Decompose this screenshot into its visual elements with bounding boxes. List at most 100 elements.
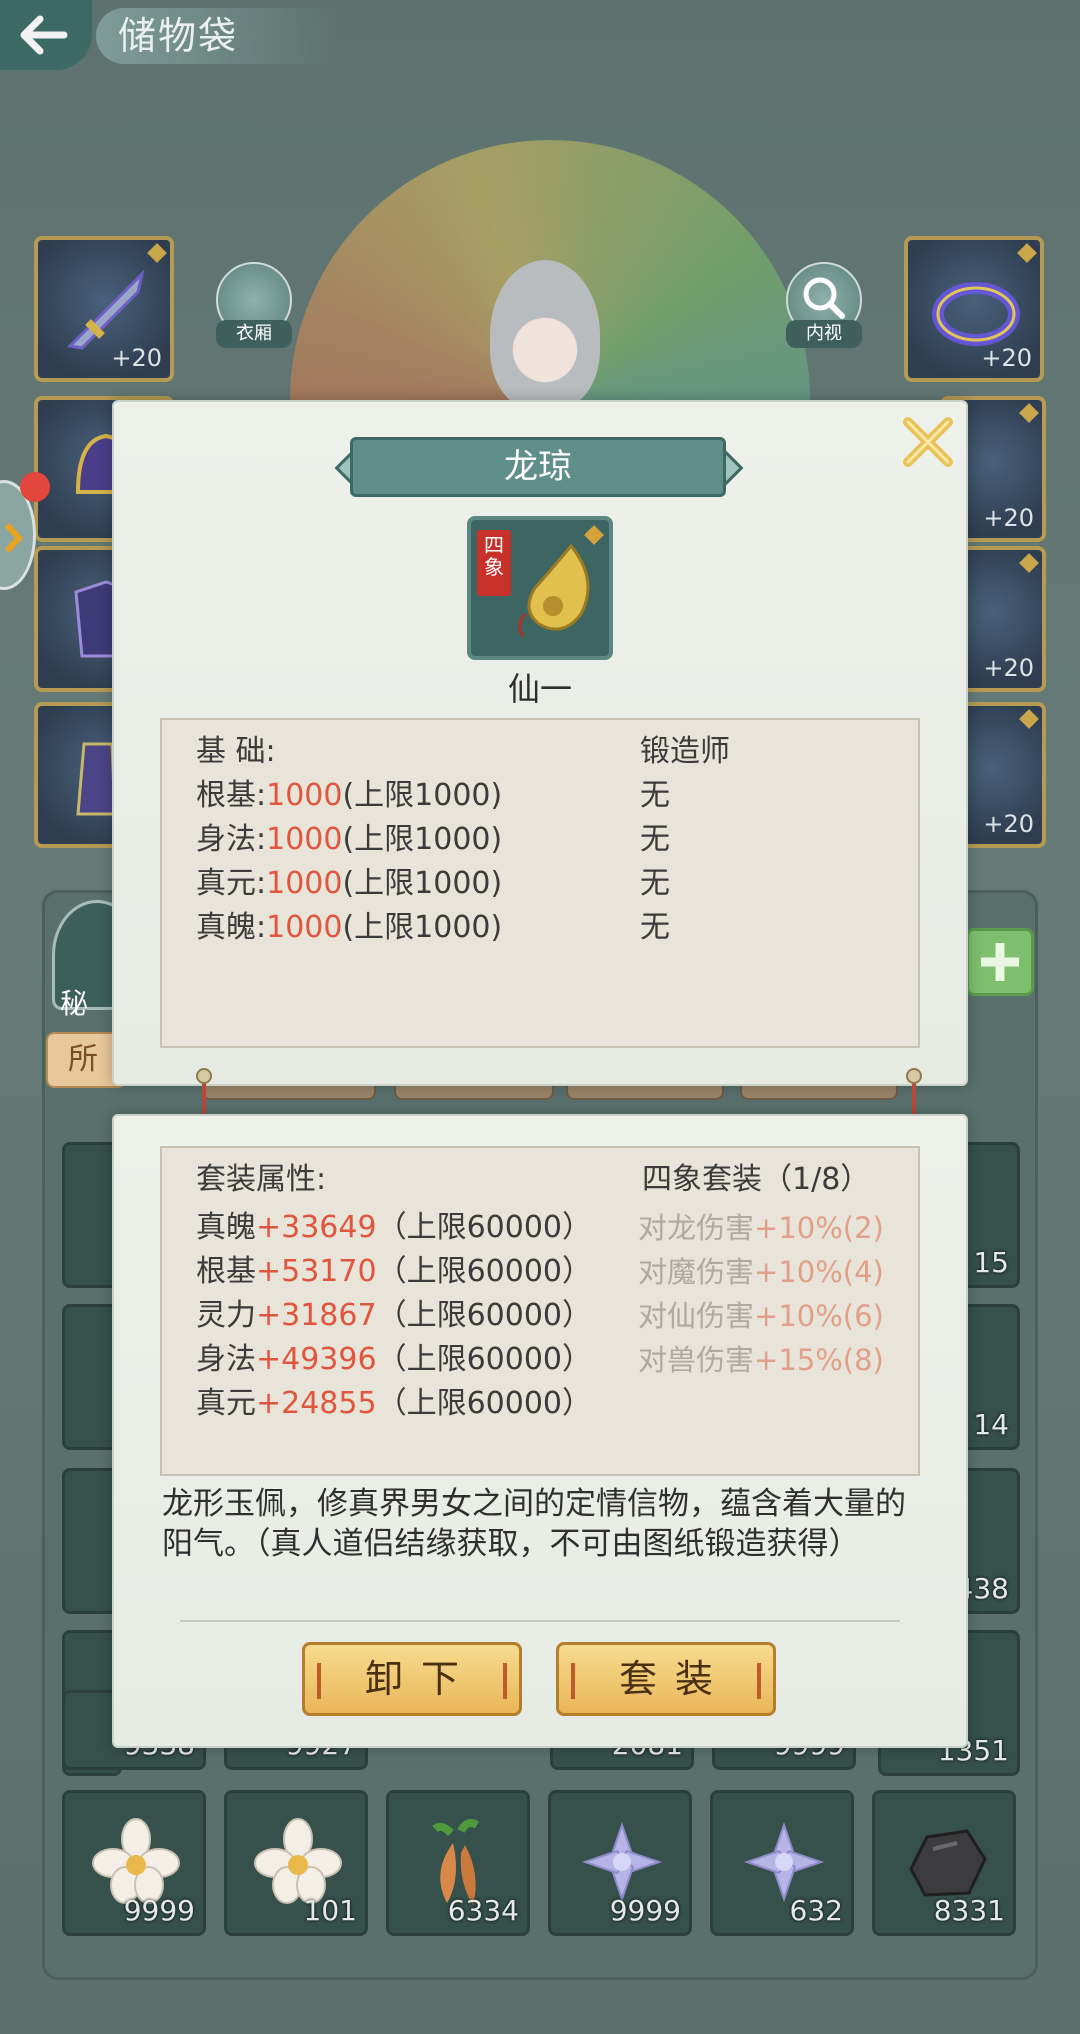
item-count: 6334 (447, 1894, 519, 1927)
inventory-cell[interactable]: 438 (956, 1468, 1020, 1614)
button-ornament (757, 1663, 761, 1699)
gem-icon (1019, 709, 1039, 729)
stat-value: 1000 (266, 778, 343, 813)
string-knob (196, 1068, 212, 1084)
set-stat-row: 灵力+31867（上限60000） (196, 1294, 592, 1338)
item-count: 15 (973, 1246, 1009, 1279)
bonus-label: 对魔伤害 (638, 1255, 755, 1289)
item-count: 9999 (609, 1894, 681, 1927)
stat-name: 真魄 (196, 1210, 256, 1245)
bonus-label: 对龙伤害 (638, 1211, 755, 1245)
bonus-value: +10%(6) (754, 1299, 884, 1333)
inventory-cell[interactable]: 9999 (62, 1790, 206, 1936)
smith-value: 无 (640, 822, 670, 857)
inventory-cell[interactable]: 6334 (386, 1790, 530, 1936)
set-button[interactable]: 套装 (556, 1642, 776, 1716)
stat-cap: （上限60000） (376, 1386, 593, 1421)
base-stat-row: 真魄:1000(上限1000) (196, 906, 502, 950)
item-count: 101 (303, 1894, 357, 1927)
set-label: 套装 (618, 1657, 731, 1701)
stat-cap: (上限1000) (342, 822, 503, 857)
stat-name: 真魄: (196, 910, 267, 945)
stat-value: +33649 (256, 1210, 377, 1245)
enhance-level: +20 (111, 344, 162, 372)
enhance-level: +20 (981, 344, 1032, 372)
set-stat-row: 根基+53170（上限60000） (196, 1250, 592, 1294)
string-knob (906, 1068, 922, 1084)
smith-value: 无 (640, 866, 670, 901)
inventory-cell[interactable]: 9999 (548, 1790, 692, 1936)
gem-icon (1019, 553, 1039, 573)
notification-dot (20, 472, 50, 502)
plus-icon (981, 943, 1019, 981)
set-stat-row: 真魄+33649（上限60000） (196, 1206, 592, 1250)
set-seal: 四象 (477, 530, 511, 596)
wardrobe-label: 衣厢 (216, 320, 292, 348)
unequip-button[interactable]: 卸下 (302, 1642, 522, 1716)
base-stat-row: 根基:1000(上限1000) (196, 774, 502, 818)
item-count: 632 (789, 1894, 843, 1927)
stat-name: 身法 (196, 1342, 256, 1377)
set-header: 套装属性: (196, 1162, 327, 1197)
inventory-cell[interactable]: 101 (224, 1790, 368, 1936)
bonus-label: 对仙伤害 (638, 1299, 755, 1333)
close-button[interactable] (896, 410, 960, 474)
item-count: 9999 (123, 1894, 195, 1927)
gem-icon (1017, 243, 1037, 263)
item-count: 8331 (933, 1894, 1005, 1927)
inspect-label: 内视 (786, 320, 862, 348)
stat-cap: (上限1000) (342, 778, 503, 813)
stat-name: 根基: (196, 778, 267, 813)
inventory-cell[interactable]: 14 (960, 1304, 1020, 1450)
set-bonus-row: 对仙伤害+10%(6) (638, 1294, 884, 1338)
inventory-cell[interactable]: 15 (960, 1142, 1020, 1288)
inventory-cell[interactable]: 8331 (872, 1790, 1016, 1936)
smith-value: 无 (640, 910, 670, 945)
item-grade: 仙一 (507, 670, 572, 708)
button-ornament (571, 1663, 575, 1699)
stat-value: 1000 (266, 822, 343, 857)
close-icon (903, 417, 953, 467)
item-description: 龙形玉佩，修真界男女之间的定情信物，蕴含着大量的阳气。（真人道侣结缘获取，不可由… (162, 1486, 906, 1562)
smith-header: 锻造师 (640, 734, 730, 769)
stat-cap: （上限60000） (376, 1342, 593, 1377)
page-title: 储物袋 (118, 14, 239, 58)
set-stat-row: 身法+49396（上限60000） (196, 1338, 592, 1382)
equip-slot-weapon[interactable]: +20 (34, 236, 174, 382)
inventory-cell[interactable]: 632 (710, 1790, 854, 1936)
stat-cap: (上限1000) (342, 910, 503, 945)
stat-cap: (上限1000) (342, 866, 503, 901)
stat-value: +24855 (256, 1386, 377, 1421)
gem-icon (147, 243, 167, 263)
stat-name: 灵力 (196, 1298, 256, 1333)
stat-value: +31867 (256, 1298, 377, 1333)
equip-slot-bracer[interactable]: +20 (904, 236, 1044, 382)
set-stat-row: 真元+24855（上限60000） (196, 1382, 592, 1426)
add-button[interactable] (966, 928, 1034, 996)
character-portrait (490, 260, 600, 410)
stat-cap: （上限60000） (376, 1210, 593, 1245)
smith-value: 无 (640, 778, 670, 813)
set-bonus-row: 对魔伤害+10%(4) (638, 1250, 884, 1294)
enhance-level: +20 (983, 504, 1034, 532)
item-name: 龙琼 (350, 437, 726, 497)
stat-cap: （上限60000） (376, 1254, 593, 1289)
stat-value: 1000 (266, 910, 343, 945)
bonus-label: 对兽伤害 (638, 1343, 755, 1377)
stat-name: 真元 (196, 1386, 256, 1421)
back-button[interactable] (0, 0, 92, 70)
stat-name: 身法: (196, 822, 267, 857)
back-arrow-icon (20, 15, 68, 55)
enhance-level: +20 (983, 654, 1034, 682)
stat-name: 根基 (196, 1254, 256, 1289)
base-stat-row: 真元:1000(上限1000) (196, 862, 502, 906)
secret-label: 秘 (60, 987, 89, 1020)
unequip-label: 卸下 (364, 1657, 477, 1701)
button-ornament (317, 1663, 321, 1699)
bonus-value: +15%(8) (754, 1343, 884, 1377)
set-bonus-row: 对龙伤害+10%(2) (638, 1206, 884, 1250)
item-icon: 四象 (467, 516, 613, 660)
set-name: 四象套装（1/8） (642, 1162, 871, 1197)
base-stat-row: 身法:1000(上限1000) (196, 818, 502, 862)
enhance-level: +20 (983, 810, 1034, 838)
